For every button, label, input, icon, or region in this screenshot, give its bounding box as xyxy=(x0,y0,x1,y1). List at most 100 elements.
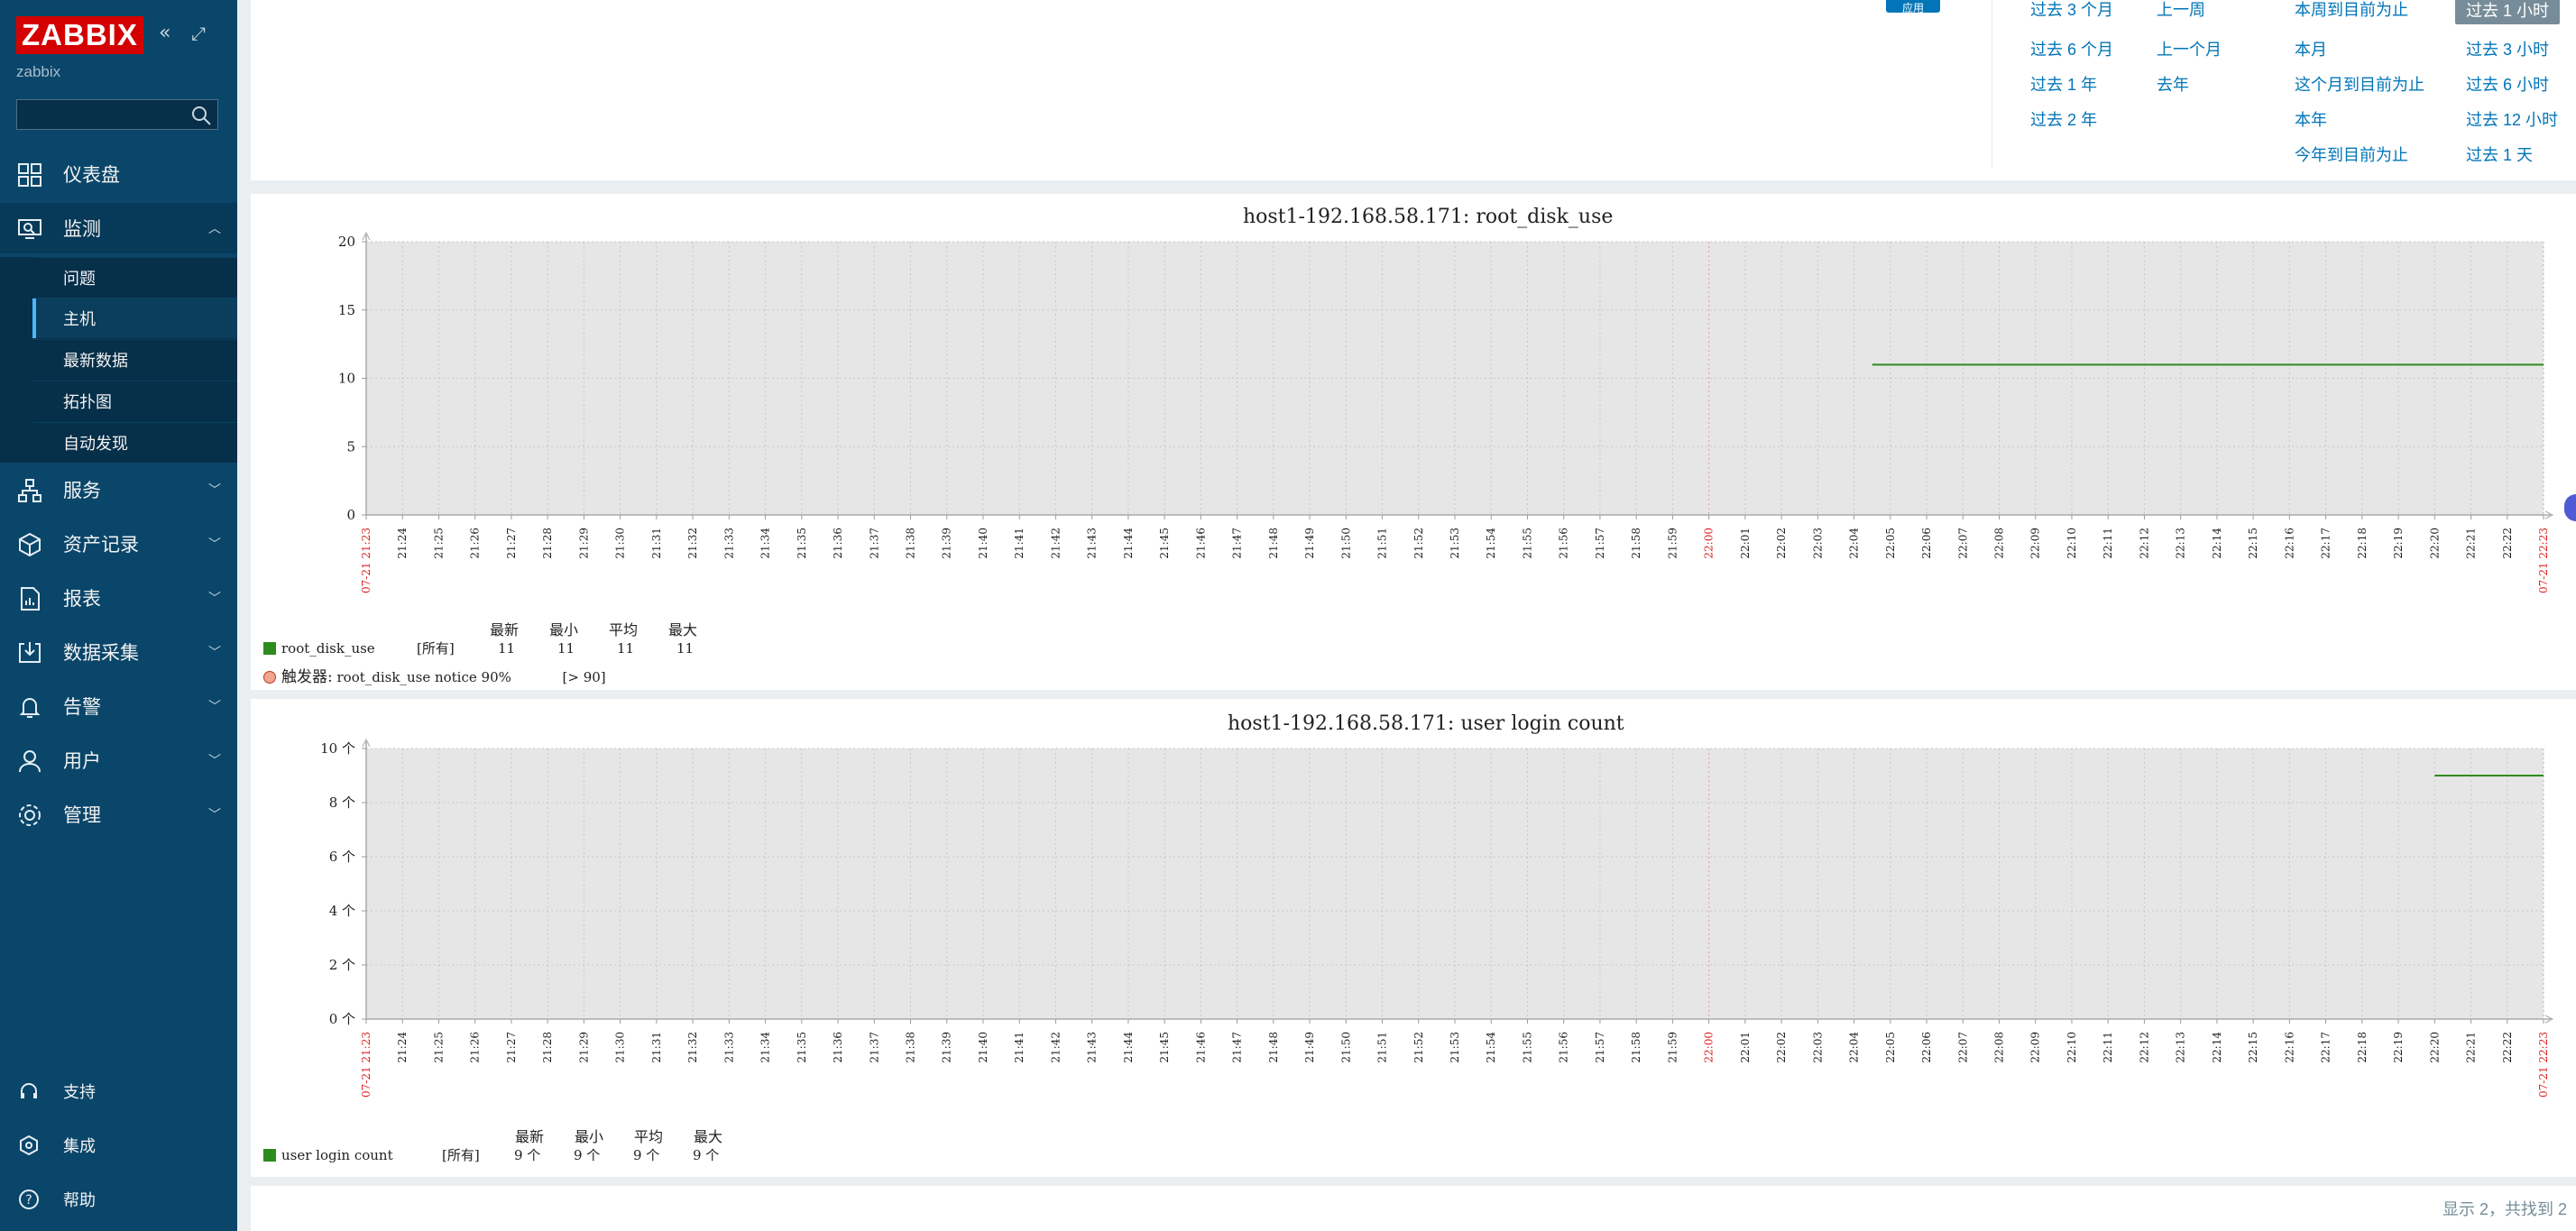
time-range-col1-0[interactable]: 过去 3 个月 xyxy=(2030,0,2113,21)
menu-inventory[interactable]: 资产记录 ﹀ xyxy=(0,519,237,569)
x-tick-label: 21:30 xyxy=(614,1032,627,1063)
x-tick-label: 21:25 xyxy=(432,1032,445,1063)
y-tick-label: 2 个 xyxy=(329,957,355,973)
x-tick-label: 22:11 xyxy=(2102,1032,2114,1063)
x-tick-label: 22:00 xyxy=(1703,1032,1716,1063)
x-tick-label: 21:36 xyxy=(832,1032,844,1063)
graph-root-disk-use[interactable]: 0 5 10 15 20 07-21 21:23 21:24 21:25 21:26 21:27 2… xyxy=(251,194,2576,690)
time-range-col2-1[interactable]: 上一个月 xyxy=(2157,37,2222,60)
time-range-col4-2[interactable]: 过去 6 小时 xyxy=(2466,72,2549,96)
x-tick-label: 21:25 xyxy=(432,528,445,559)
time-range-col3-3[interactable]: 本年 xyxy=(2295,107,2327,131)
x-tick-label: 21:39 xyxy=(941,528,953,559)
x-tick-label: 22:08 xyxy=(1993,1032,2006,1063)
y-tick-label: 15 xyxy=(338,302,355,318)
trigger-text: root_disk_use notice 90% xyxy=(336,669,511,685)
y-tick-label: 10 xyxy=(338,371,355,387)
menu-support[interactable]: 支持 xyxy=(0,1069,237,1114)
trigger-label: 触发器: xyxy=(281,668,333,686)
kiosk-mode-icon[interactable]: ⤢ xyxy=(191,20,206,47)
time-range-col4-4[interactable]: 过去 1 天 xyxy=(2466,142,2533,166)
x-tick-label: 21:52 xyxy=(1412,1032,1425,1063)
x-tick-label: 21:44 xyxy=(1122,1032,1135,1063)
x-tick-label: 21:59 xyxy=(1666,1032,1679,1063)
legend-avg: 9 个 xyxy=(633,1147,660,1163)
search-input[interactable] xyxy=(16,99,218,130)
apply-button[interactable]: 应用 xyxy=(1886,0,1940,13)
x-tick-label: 21:54 xyxy=(1485,528,1497,559)
menu-reports[interactable]: 报表 ﹀ xyxy=(0,573,237,623)
menu-integrations[interactable]: 集成 xyxy=(0,1123,237,1168)
x-tick-label: 21:55 xyxy=(1521,528,1533,559)
x-tick-label: 21:31 xyxy=(650,1032,663,1063)
submenu-hosts[interactable]: 主机 xyxy=(32,298,237,338)
submenu-discovery[interactable]: 自动发现 xyxy=(32,422,237,463)
time-range-col3-0[interactable]: 本周到目前为止 xyxy=(2295,0,2408,21)
y-tick-label: 4 个 xyxy=(329,903,355,919)
x-tick-label: 22:06 xyxy=(1920,1032,1933,1063)
x-tick-label: 21:32 xyxy=(686,1032,699,1063)
x-tick-label: 22:04 xyxy=(1848,528,1861,559)
x-tick-label: 22:17 xyxy=(2320,528,2332,559)
x-tick-label: 21:44 xyxy=(1122,528,1135,559)
zabbix-logo[interactable]: ZABBIX xyxy=(16,16,143,54)
submenu-latest-data[interactable]: 最新数据 xyxy=(32,339,237,380)
x-tick-label: 21:50 xyxy=(1339,1032,1352,1063)
time-range-col1-1[interactable]: 过去 6 个月 xyxy=(2030,37,2113,60)
time-range-col1-2[interactable]: 过去 1 年 xyxy=(2030,72,2097,96)
x-tick-label: 22:10 xyxy=(2065,1032,2078,1063)
legend-item-scope: [所有] xyxy=(417,640,455,657)
x-tick-label: 21:56 xyxy=(1558,528,1570,559)
x-tick-label: 22:07 xyxy=(1956,1032,1969,1063)
x-tick-label: 21:58 xyxy=(1630,528,1642,559)
menu-alerts[interactable]: 告警 ﹀ xyxy=(0,681,237,731)
search-icon[interactable] xyxy=(190,105,212,126)
x-tick-label: 22:03 xyxy=(1811,528,1824,559)
time-range-col3-1[interactable]: 本月 xyxy=(2295,37,2327,60)
x-tick-label: 22:16 xyxy=(2283,528,2295,559)
time-range-col4-1[interactable]: 过去 3 小时 xyxy=(2466,37,2549,60)
x-tick-label: 21:36 xyxy=(832,528,844,559)
x-tick-label: 21:42 xyxy=(1049,1032,1062,1063)
headset-icon xyxy=(21,1083,37,1098)
menu-dashboard[interactable]: 仪表盘 xyxy=(0,149,237,199)
x-tick-label: 22:11 xyxy=(2102,528,2114,559)
result-count: 显示 2，共找到 2 xyxy=(2442,1200,2567,1218)
submenu-maps[interactable]: 拓扑图 xyxy=(32,381,237,421)
x-tick-label: 22:10 xyxy=(2065,528,2078,559)
x-tick-label: 22:12 xyxy=(2138,1032,2150,1063)
graph-panel-root-disk: host1-192.168.58.171: root_disk_use 0 5 10… xyxy=(251,194,2576,690)
menu-administration[interactable]: 管理 ﹀ xyxy=(0,789,237,840)
x-tick-label: 21:40 xyxy=(977,1032,989,1063)
x-tick-label: 21:41 xyxy=(1013,1032,1026,1063)
x-tick-label: 21:51 xyxy=(1376,1032,1389,1063)
x-tick-label: 22:16 xyxy=(2283,1032,2295,1063)
menu-data-collection[interactable]: 数据采集 ﹀ xyxy=(0,627,237,677)
time-range-col2-2[interactable]: 去年 xyxy=(2157,72,2189,96)
x-tick-label: 21:53 xyxy=(1449,1032,1461,1063)
x-tick-label: 21:42 xyxy=(1049,528,1062,559)
collapse-sidebar-icon[interactable]: « xyxy=(159,20,170,47)
x-tick-label: 21:41 xyxy=(1013,528,1026,559)
x-tick-label: 22:17 xyxy=(2320,1032,2332,1063)
time-range-col3-2[interactable]: 这个月到目前为止 xyxy=(2295,72,2424,96)
x-tick-label: 22:03 xyxy=(1811,1032,1824,1063)
legend-avg: 11 xyxy=(617,640,635,657)
menu-users[interactable]: 用户 ﹀ xyxy=(0,735,237,785)
time-range-col3-4[interactable]: 今年到目前为止 xyxy=(2295,142,2408,166)
y-tick-label: 5 xyxy=(346,438,355,455)
x-tick-label: 22:14 xyxy=(2211,1032,2223,1063)
graph-user-login-count[interactable]: 0 个 2 个 4 个 6 个 8 个 10 个 07-21 21:23 21:24 21:25… xyxy=(251,699,2576,1177)
x-tick-label: 21:54 xyxy=(1485,1032,1497,1063)
time-range-col1-3[interactable]: 过去 2 年 xyxy=(2030,107,2097,131)
time-range-col4-0[interactable]: 过去 1 小时 xyxy=(2455,0,2561,24)
time-range-col2-0[interactable]: 上一周 xyxy=(2157,0,2205,21)
x-tick-label: 21:38 xyxy=(905,1032,917,1063)
time-range-col4-3[interactable]: 过去 12 小时 xyxy=(2466,107,2558,131)
menu-help[interactable]: ? 帮助 xyxy=(0,1177,237,1222)
menu-monitoring[interactable]: 监测 ︿ xyxy=(0,203,237,253)
submenu-problems[interactable]: 问题 xyxy=(32,257,237,298)
x-tick-label: 21:48 xyxy=(1267,1032,1280,1063)
x-tick-label: 07-21 22:23 xyxy=(2537,528,2550,593)
menu-services[interactable]: 服务 ﹀ xyxy=(0,464,237,515)
